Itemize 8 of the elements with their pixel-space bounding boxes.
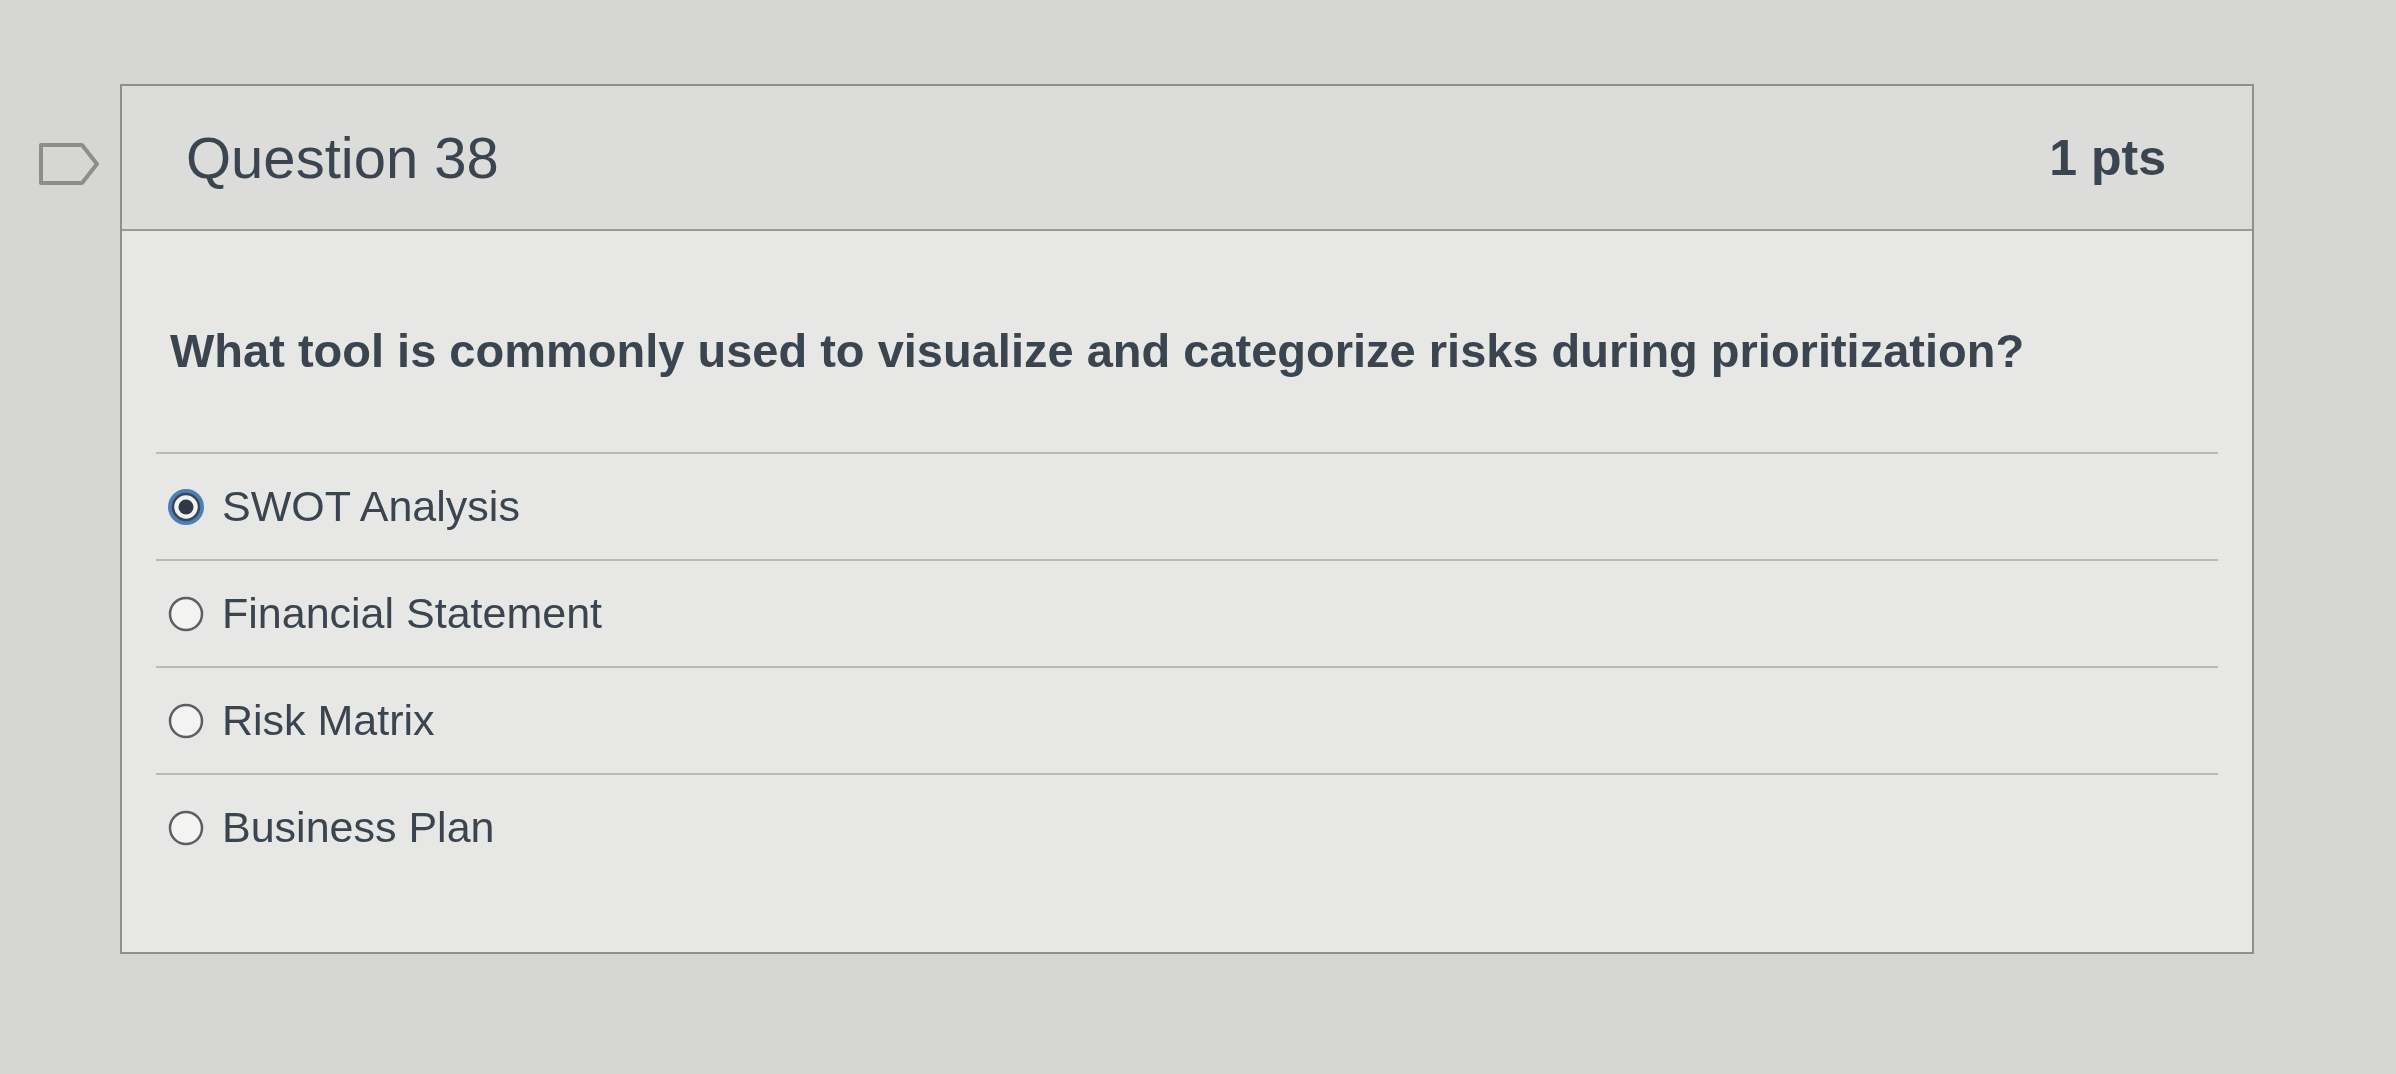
answer-label: Business Plan (222, 803, 495, 852)
question-points: 1 pts (2049, 128, 2166, 187)
answer-label: SWOT Analysis (222, 482, 520, 531)
question-title: Question 38 (186, 124, 499, 191)
radio-button[interactable] (166, 486, 206, 527)
question-text: What tool is commonly used to visualize and categorize risks during prioritization? (156, 323, 2218, 454)
answer-label: Financial Statement (222, 589, 603, 638)
answer-label: Risk Matrix (222, 696, 435, 745)
